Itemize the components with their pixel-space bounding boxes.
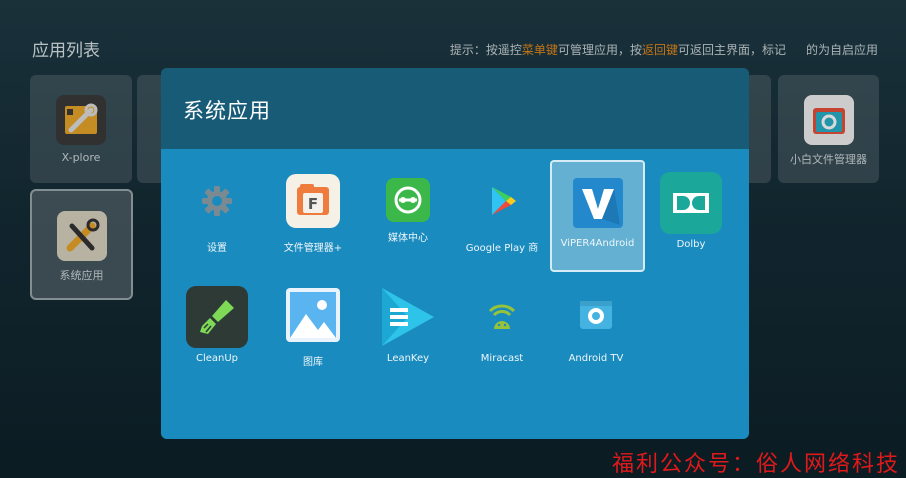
app-leankey[interactable]: LeanKey [362, 274, 454, 384]
hint-back-key: 返回键 [641, 43, 678, 57]
hint-menu-key: 菜单键 [521, 43, 558, 57]
dialog-header: 系统应用 [161, 68, 749, 149]
app-cleanup[interactable]: CleanUp [171, 274, 263, 384]
app-label: Google Play 商 [465, 243, 539, 254]
app-label: ViPER4Android [560, 238, 635, 249]
tile-label: 系统应用 [59, 269, 104, 282]
dolby-icon [660, 172, 722, 234]
svg-text:F: F [308, 195, 318, 213]
google-play-icon [475, 174, 529, 228]
app-android-tv[interactable]: Android TV [550, 274, 642, 384]
app-label: LeanKey [386, 353, 430, 364]
app-viper4android[interactable]: ViPER4Android [550, 160, 645, 272]
tile-label: X-plore [61, 151, 101, 164]
watermark-text: 福利公众号：俗人网络科技 [611, 452, 900, 477]
tile-partial-right [749, 75, 771, 183]
tile-xiaobai-file-manager[interactable]: 小白文件管理器 [778, 75, 879, 183]
hint-part3: 可返回主界面，标记 [677, 43, 786, 57]
file-manager-plus-icon: F [286, 174, 340, 228]
app-label: 设置 [207, 243, 227, 254]
tools-icon [56, 211, 107, 261]
tile-xplore[interactable]: X-plore [30, 75, 132, 183]
hint-part1: 提示：按遥控 [449, 43, 522, 57]
app-label: 媒体中心 [388, 233, 428, 244]
system-apps-dialog: 系统应用 设置 F 文件管理器+ 媒体中心 Google Play 商 ViPE… [161, 68, 749, 439]
gear-icon [190, 174, 244, 228]
app-label: Android TV [568, 353, 624, 364]
app-gallery[interactable]: 图库 [267, 274, 359, 384]
miracast-icon [475, 288, 529, 342]
page-title: 应用列表 [32, 41, 100, 61]
app-file-manager-plus[interactable]: F 文件管理器+ [267, 160, 359, 270]
app-google-play[interactable]: Google Play 商 [456, 160, 548, 270]
app-miracast[interactable]: Miracast [456, 274, 548, 384]
app-label: 图库 [303, 357, 323, 368]
app-label: Miracast [480, 353, 524, 364]
hint-part2: 可管理应用，按 [557, 43, 642, 57]
app-dolby[interactable]: Dolby [645, 160, 737, 270]
app-media-center[interactable]: 媒体中心 [362, 160, 454, 270]
leankey-icon [378, 286, 438, 348]
hint-text: 提示：按遥控菜单键可管理应用，按返回键可返回主界面，标记 的为自启应用 [450, 41, 878, 58]
android-tv-icon [569, 288, 623, 342]
cleanup-brush-icon [186, 286, 248, 348]
dialog-title: 系统应用 [183, 99, 271, 123]
viper-icon [572, 178, 623, 228]
app-label: CleanUp [195, 353, 239, 364]
tile-label: 小白文件管理器 [790, 153, 867, 166]
app-label: Dolby [676, 239, 706, 250]
xplore-icon [56, 95, 106, 145]
hint-part4: 的为自启应用 [805, 43, 878, 57]
media-center-icon [386, 178, 430, 222]
app-label: 文件管理器+ [283, 243, 343, 254]
file-manager-icon [803, 95, 854, 145]
app-settings[interactable]: 设置 [171, 160, 263, 270]
tile-system-apps[interactable]: 系统应用 [30, 189, 133, 300]
gallery-icon [286, 288, 340, 342]
